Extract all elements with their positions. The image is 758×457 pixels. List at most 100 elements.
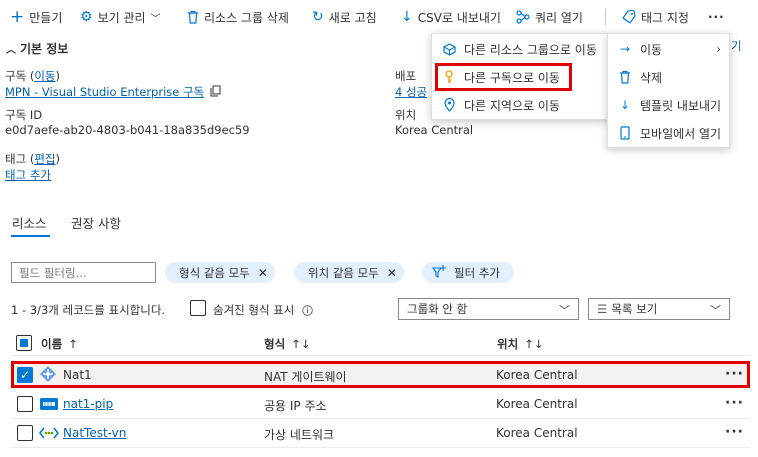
- deployments-label: 배포: [395, 69, 417, 83]
- query-icon: [516, 10, 530, 24]
- menu-item-export-template[interactable]: ↓ 템플릿 내보내기: [608, 91, 729, 119]
- subscription-move-link[interactable]: 이동: [34, 69, 55, 83]
- info-icon[interactable]: [302, 304, 314, 316]
- add-filter-button[interactable]: 필터 추가: [422, 262, 514, 283]
- resource-type: 공용 IP 주소: [264, 399, 327, 413]
- resource-name[interactable]: Nat1: [63, 368, 92, 382]
- grouping-dropdown[interactable]: 그룹화 안 함 ﹀: [398, 298, 579, 320]
- location-filter-pill[interactable]: 위치 같음 모두 ✕: [294, 262, 404, 283]
- row-checkbox[interactable]: [17, 425, 33, 441]
- chevron-down-icon: ﹀: [150, 13, 161, 25]
- nat-gateway-icon: [40, 366, 56, 385]
- subscription-label: 구독 (이동): [5, 69, 60, 83]
- more-menu: → 이동 › 삭제 ↓ 템플릿 내보내기 모바일에서 열기: [607, 33, 730, 148]
- resource-type: 가상 네트워크: [264, 428, 335, 442]
- resource-type: NAT 게이트웨이: [264, 370, 347, 384]
- resource-location: Korea Central: [496, 368, 578, 382]
- close-icon[interactable]: ✕: [387, 266, 397, 280]
- export-csv-button[interactable]: ↓ CSV로 내보내기: [401, 8, 501, 26]
- add-tags-link[interactable]: 태그 추가: [5, 167, 51, 183]
- sort-asc-icon: ↑: [68, 337, 78, 351]
- view-mode-dropdown[interactable]: ☰ 목록 보기 ﹀: [588, 298, 730, 320]
- column-header-type[interactable]: 형식 ↑↓: [264, 336, 310, 352]
- location-label: 위치: [395, 108, 417, 122]
- subscription-id-value: e0d7aefe-ab20-4803-b041-18a835d9ec59: [5, 123, 250, 137]
- refresh-button[interactable]: ↻ 새로 고침: [312, 8, 377, 26]
- tab-selected-indicator: [11, 235, 50, 237]
- plus-icon: +: [10, 7, 25, 27]
- create-button[interactable]: + 만들기: [10, 8, 62, 26]
- table-row[interactable]: ✓ Nat1 NAT 게이트웨이 Korea Central ···: [11, 361, 750, 388]
- assign-tags-button[interactable]: 태그 지정: [622, 8, 689, 26]
- select-all-checkbox[interactable]: [16, 335, 32, 351]
- subscription-value: MPN - Visual Studio Enterprise 구독: [5, 84, 221, 100]
- chevron-right-icon: ›: [716, 42, 721, 56]
- record-count: 1 - 3/3개 레코드를 표시합니다.: [11, 303, 166, 317]
- column-header-name[interactable]: 이름 ↑: [41, 336, 78, 352]
- table-row[interactable]: NatTest-vn 가상 네트워크 Korea Central ···: [11, 419, 750, 448]
- subscription-id-label: 구독 ID: [5, 108, 43, 122]
- resource-group-icon: [442, 42, 456, 56]
- close-icon[interactable]: ✕: [258, 266, 268, 280]
- trash-icon: [618, 70, 632, 84]
- tab-recommendations[interactable]: 권장 사항: [71, 213, 121, 232]
- table-row[interactable]: nat1-pip 공용 IP 주소 Korea Central ···: [11, 390, 750, 419]
- mobile-icon: [618, 126, 632, 140]
- show-hidden-checkbox[interactable]: [190, 300, 206, 316]
- command-bar: + 만들기 ⚙ 보기 관리 ﹀ 리소스 그룹 삭제 ↻ 새로 고침 ↓ CSV로…: [0, 0, 758, 34]
- indeterminate-mark: [20, 339, 28, 347]
- menu-item-move[interactable]: → 이동 ›: [608, 35, 729, 63]
- row-more-button[interactable]: ···: [725, 424, 744, 440]
- open-query-button[interactable]: 쿼리 열기: [516, 8, 583, 26]
- trash-icon: [187, 10, 199, 24]
- row-checkbox[interactable]: [17, 396, 33, 412]
- sort-icon: ↑↓: [291, 337, 311, 351]
- chevron-down-icon: ﹀: [559, 304, 570, 317]
- move-to-region-item[interactable]: 다른 지역으로 이동: [432, 91, 608, 119]
- more-button[interactable]: ···: [708, 8, 725, 26]
- download-icon: ↓: [619, 98, 631, 112]
- arrow-right-icon: →: [619, 42, 631, 56]
- header-divider: [11, 355, 750, 356]
- delete-resource-group-button[interactable]: 리소스 그룹 삭제: [187, 8, 289, 26]
- row-more-button[interactable]: ···: [725, 395, 744, 411]
- resource-location: Korea Central: [496, 426, 578, 440]
- column-header-location[interactable]: 위치 ↑↓: [497, 336, 543, 352]
- gear-icon: ⚙: [80, 9, 93, 25]
- copy-icon[interactable]: [210, 85, 221, 100]
- download-icon: ↓: [401, 9, 413, 25]
- move-to-subscription-item[interactable]: 다른 구독으로 이동: [435, 63, 572, 91]
- resource-name[interactable]: NatTest-vn: [63, 426, 126, 440]
- edit-tags-link[interactable]: 편집: [34, 152, 55, 166]
- location-pin-icon: [442, 98, 456, 112]
- toolbar-divider: [605, 9, 606, 25]
- tags-label: 태그 (편집): [5, 152, 60, 166]
- location-value: Korea Central: [395, 123, 474, 137]
- type-filter-pill[interactable]: 형식 같음 모두 ✕: [165, 262, 275, 283]
- filter-input[interactable]: [11, 262, 156, 283]
- refresh-icon: ↻: [312, 9, 324, 25]
- sort-icon: ↑↓: [524, 337, 544, 351]
- add-filter-icon: [431, 264, 446, 281]
- subscription-link[interactable]: MPN - Visual Studio Enterprise 구독: [5, 84, 204, 100]
- essentials-header[interactable]: ︿ 기본 정보: [6, 40, 68, 57]
- chevron-up-icon: ︿: [6, 45, 16, 56]
- tag-icon: [622, 10, 636, 24]
- public-ip-icon: [40, 397, 58, 414]
- move-submenu: 다른 리소스 그룹으로 이동 다른 구독으로 이동 다른 지역으로 이동: [431, 33, 609, 120]
- resource-location: Korea Central: [496, 397, 578, 411]
- menu-item-delete[interactable]: 삭제: [608, 63, 729, 91]
- show-hidden-label: 숨겨진 형식 표시: [213, 302, 314, 318]
- resource-name[interactable]: nat1-pip: [63, 397, 113, 411]
- manage-view-button[interactable]: ⚙ 보기 관리 ﹀: [80, 8, 161, 26]
- tab-resources[interactable]: 리소스: [12, 213, 47, 232]
- deployments-link[interactable]: 4 성공: [395, 84, 427, 100]
- row-more-button[interactable]: ···: [725, 366, 744, 382]
- row-checkbox[interactable]: ✓: [17, 367, 33, 383]
- key-icon: [442, 70, 456, 84]
- list-icon: ☰: [597, 302, 608, 316]
- menu-item-open-mobile[interactable]: 모바일에서 열기: [608, 119, 729, 147]
- json-view-link[interactable]: 기: [731, 38, 742, 54]
- move-to-resource-group-item[interactable]: 다른 리소스 그룹으로 이동: [432, 35, 608, 63]
- virtual-network-icon: [38, 426, 60, 443]
